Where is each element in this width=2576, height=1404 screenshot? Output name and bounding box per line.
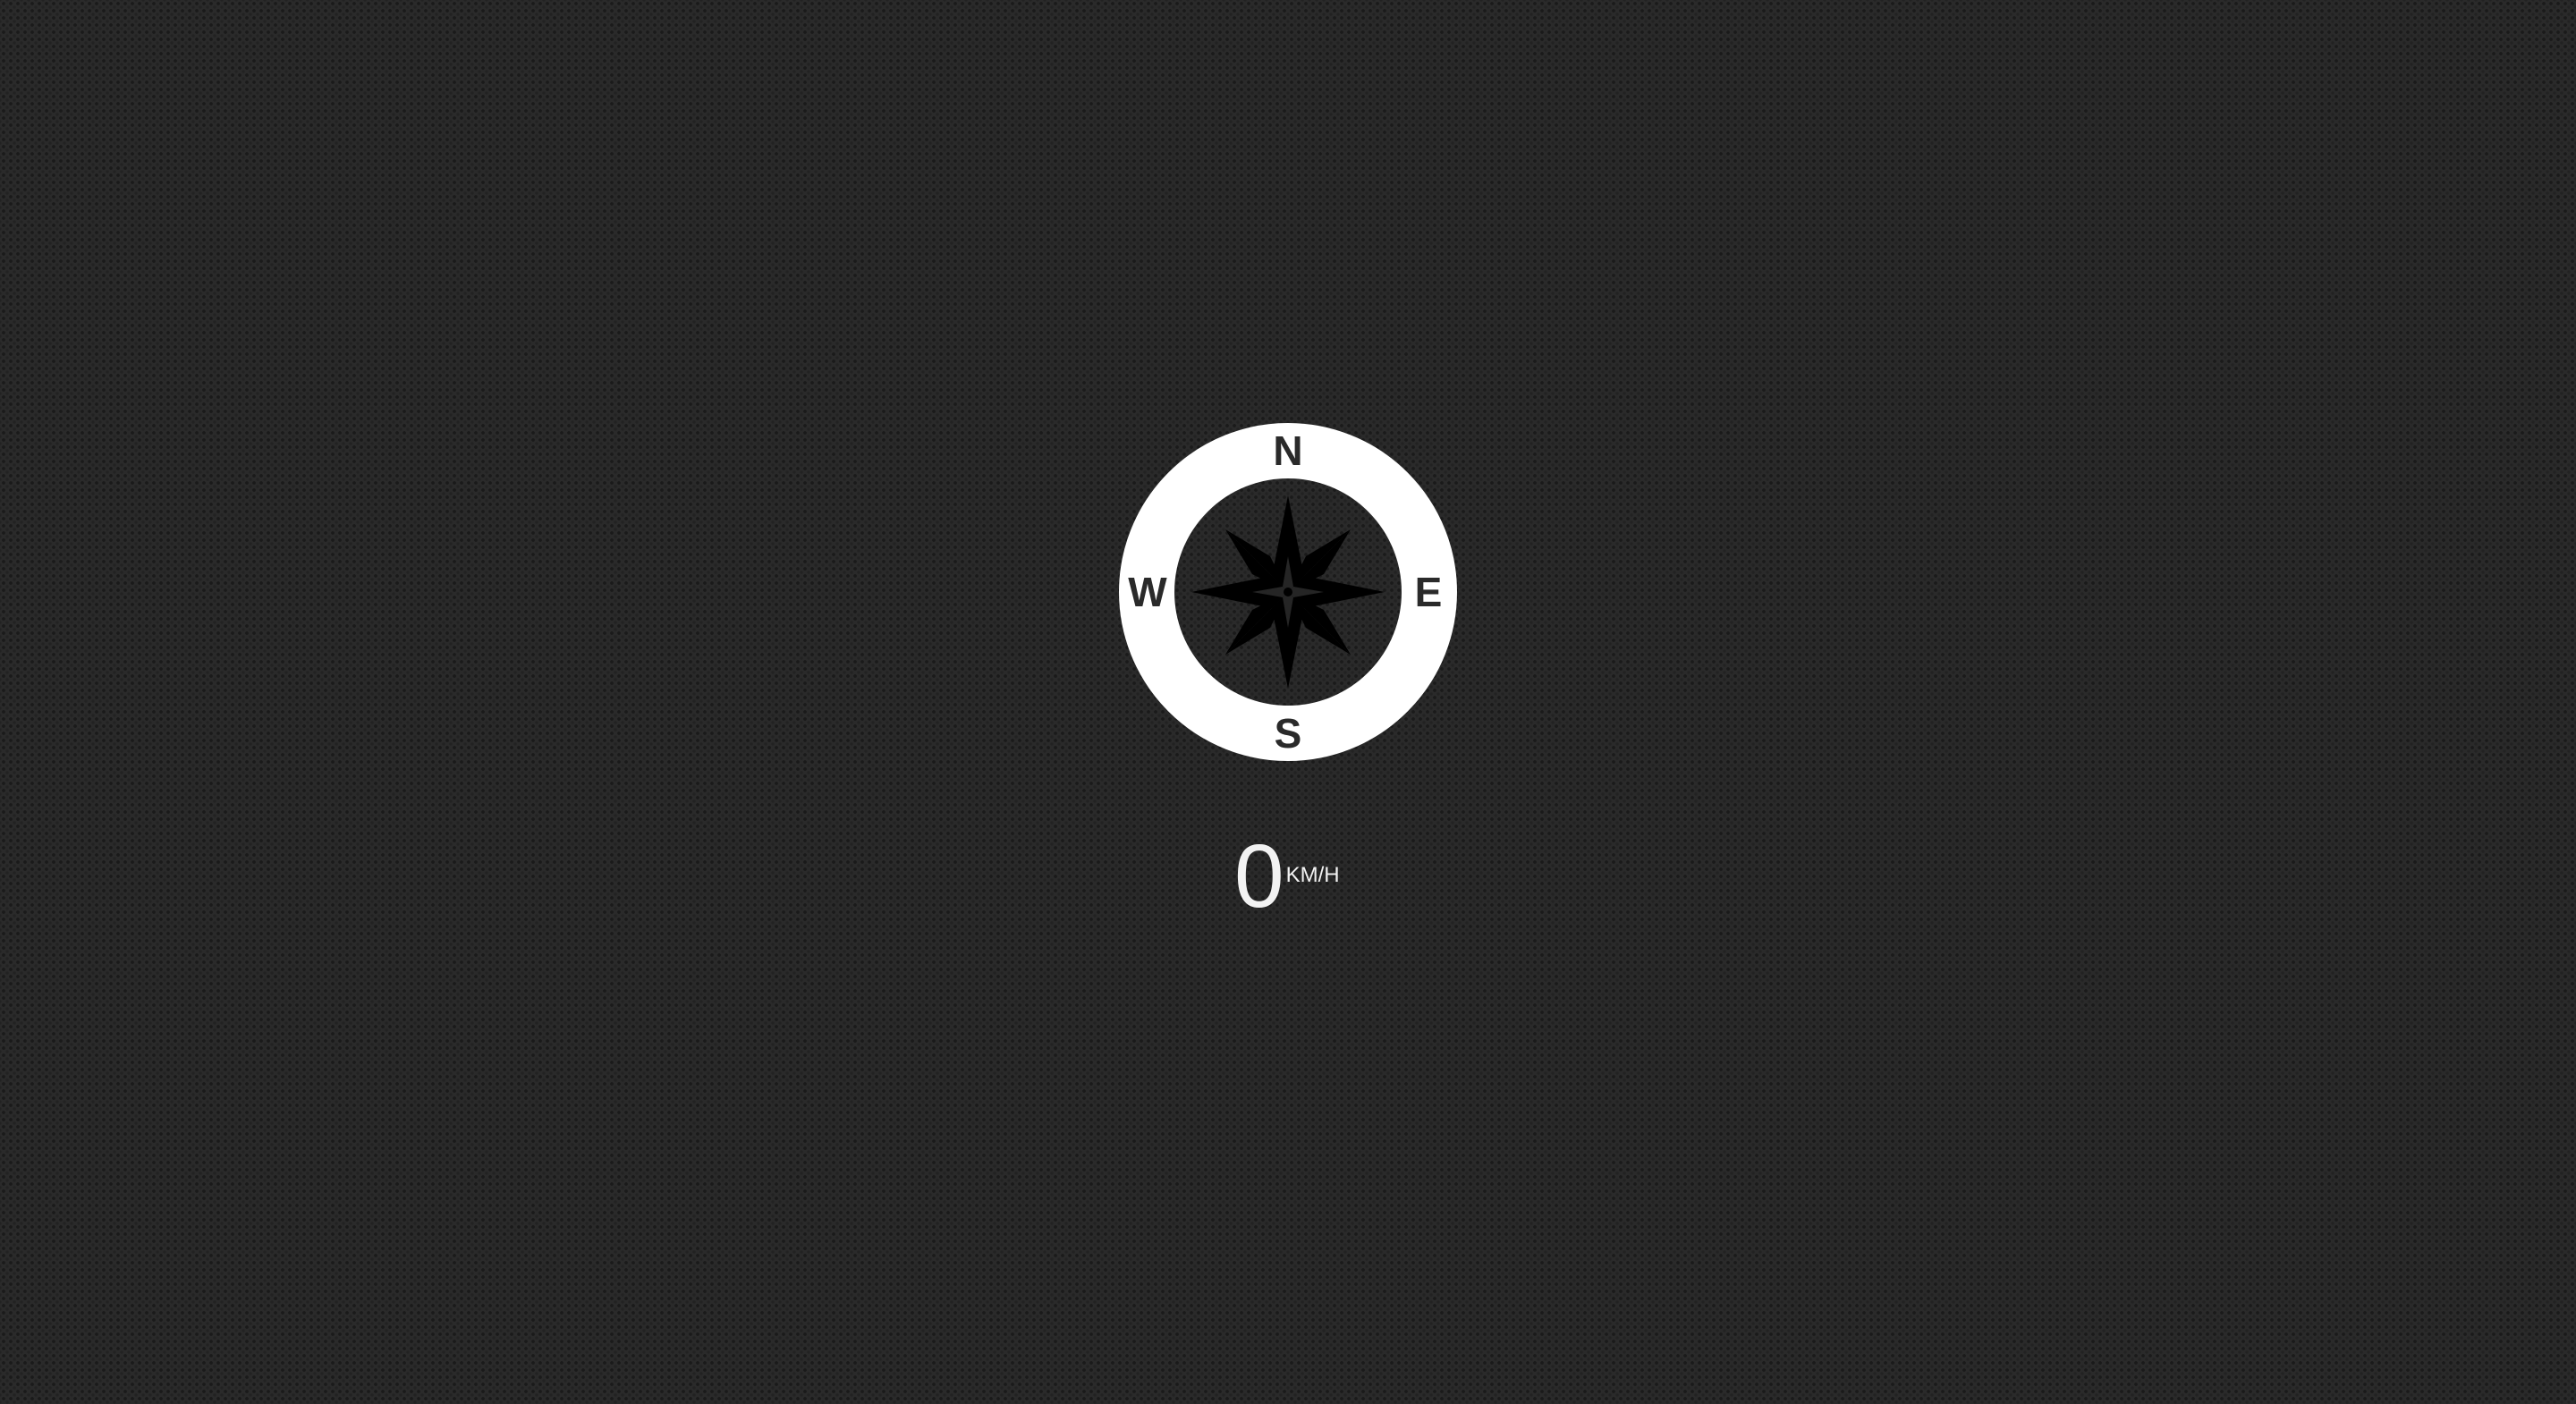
south-label: S: [1274, 710, 1302, 757]
north-label: N: [1273, 427, 1303, 474]
west-label: W: [1128, 569, 1167, 615]
speed-value: 0: [1234, 826, 1284, 926]
speed-readout: 0 KM/H: [1234, 827, 1340, 926]
compass: N E S W: [1118, 422, 1458, 762]
speed-unit: KM/H: [1285, 863, 1340, 887]
east-label: E: [1414, 569, 1443, 615]
